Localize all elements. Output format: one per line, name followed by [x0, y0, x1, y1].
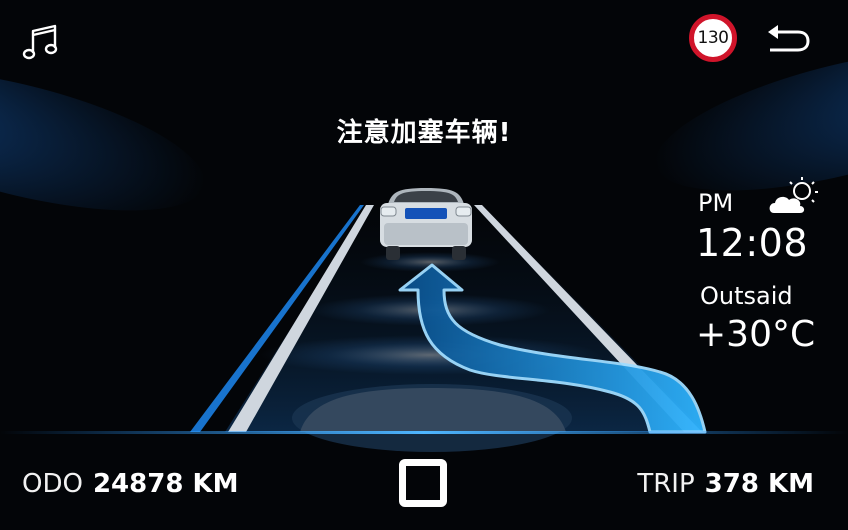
- music-note-icon[interactable]: [20, 22, 60, 62]
- speed-limit-sign: 130: [689, 14, 737, 62]
- partly-cloudy-sun-icon: [769, 177, 818, 213]
- merge-warning-text: 注意加塞车辆!: [336, 118, 512, 148]
- road-scene: [0, 49, 848, 452]
- odo-label: ODO: [22, 469, 83, 499]
- outside-temperature: +30°C: [696, 314, 816, 355]
- time-period: PM: [698, 189, 734, 217]
- back-arrow-icon[interactable]: [764, 24, 812, 56]
- odo-value: 24878 KM: [92, 469, 239, 499]
- odometer: ODO 24878 KM: [22, 469, 238, 499]
- trip-meter: TRIP 378 KM: [637, 469, 814, 499]
- home-square-icon[interactable]: [399, 459, 447, 507]
- outside-label: Outsaid: [700, 282, 793, 310]
- clock: 12:08: [696, 221, 809, 265]
- trip-value: 378 KM: [704, 469, 814, 499]
- trip-label: TRIP: [637, 469, 695, 499]
- speed-limit-value: 130: [697, 28, 729, 48]
